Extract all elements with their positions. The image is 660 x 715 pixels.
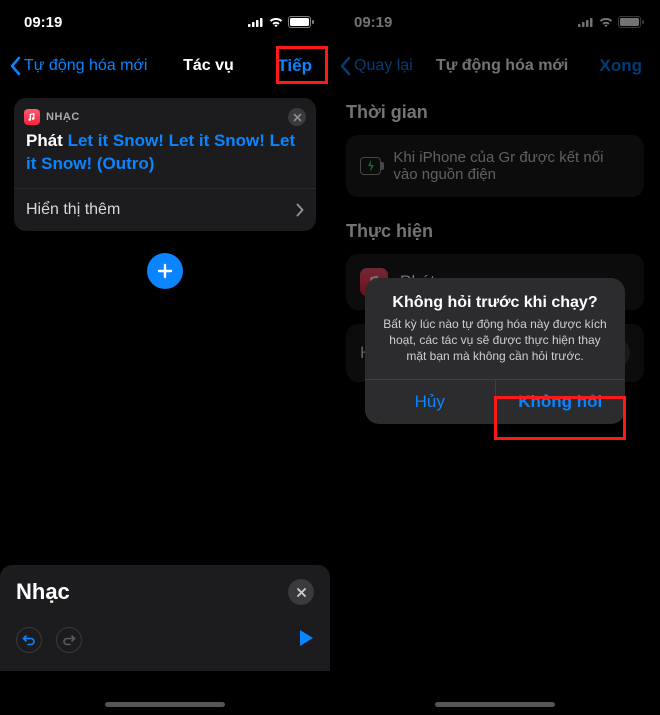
app-chip-music: NHẠC — [24, 109, 80, 125]
statusbar: 09:19 — [0, 0, 330, 44]
play-line[interactable]: Phát Let it Snow! Let it Snow! Let it Sn… — [14, 126, 316, 188]
sheet-title: Nhạc — [16, 579, 70, 605]
battery-icon — [288, 16, 314, 28]
navbar-left: Tự động hóa mới Tác vụ Tiếp — [0, 44, 330, 88]
back-button[interactable]: Tự động hóa mới — [10, 56, 147, 76]
status-right — [248, 16, 314, 28]
action-card: NHẠC Phát Let it Snow! Let it Snow! Let … — [14, 98, 316, 231]
play-icon — [298, 629, 314, 647]
alert-message: Bất kỳ lúc nào tự động hóa này được kích… — [365, 316, 625, 379]
alert-cancel-button[interactable]: Hủy — [365, 380, 496, 424]
show-more-row[interactable]: Hiển thị thêm — [14, 188, 316, 231]
play-prefix: Phát — [26, 131, 63, 150]
show-more-label: Hiển thị thêm — [26, 201, 120, 219]
home-indicator — [435, 702, 555, 707]
undo-button[interactable] — [16, 627, 42, 653]
alert-title: Không hỏi trước khi chạy? — [365, 278, 625, 316]
next-button[interactable]: Tiếp — [269, 52, 320, 80]
status-time: 09:19 — [24, 14, 62, 31]
alert-confirm-button[interactable]: Không hỏi — [496, 380, 626, 424]
signal-icon — [248, 17, 264, 27]
close-sheet-button[interactable] — [288, 579, 314, 605]
nav-title: Tác vụ — [183, 57, 234, 75]
back-label: Tự động hóa mới — [24, 57, 147, 75]
chevron-left-icon — [10, 56, 22, 76]
wifi-icon — [268, 16, 284, 28]
run-button[interactable] — [298, 629, 314, 652]
clear-action-button[interactable] — [288, 108, 306, 126]
home-indicator — [105, 702, 225, 707]
confirm-alert: Không hỏi trước khi chạy? Bất kỳ lúc nào… — [365, 278, 625, 424]
app-chip-label: NHẠC — [46, 111, 80, 123]
close-icon — [296, 587, 307, 598]
song-title: Let it Snow! Let it Snow! Let it Snow! (… — [26, 131, 295, 173]
add-action-button[interactable] — [147, 253, 183, 289]
redo-icon — [62, 633, 76, 647]
phone-right: 09:19 Quay lại Tự động hóa mới Xong Thời… — [330, 0, 660, 715]
redo-button[interactable] — [56, 627, 82, 653]
music-bottom-sheet: Nhạc — [0, 565, 330, 671]
undo-icon — [22, 633, 36, 647]
plus-icon — [156, 262, 174, 280]
card-header: NHẠC — [14, 98, 316, 126]
music-app-icon — [24, 109, 40, 125]
phone-left: 09:19 Tự động hóa mới Tác vụ Tiếp — [0, 0, 330, 715]
chevron-right-icon — [296, 203, 304, 217]
